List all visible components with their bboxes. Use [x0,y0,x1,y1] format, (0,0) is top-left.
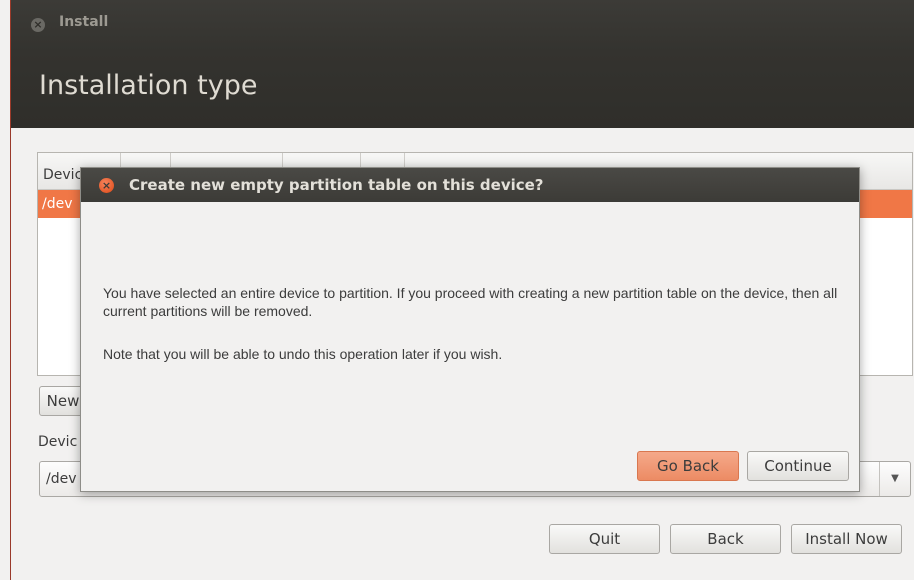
dialog-message: You have selected an entire device to pa… [103,285,838,319]
partition-table-dialog: × Create new empty partition table on th… [80,167,860,492]
back-button[interactable]: Back [670,524,781,554]
dialog-titlebar: × Create new empty partition table on th… [81,168,859,202]
close-icon[interactable]: × [99,178,114,193]
chevron-down-icon[interactable]: ▼ [879,462,910,496]
close-icon[interactable]: × [31,18,45,32]
page-title: Installation type [39,70,258,101]
dialog-note: Note that you will be able to undo this … [103,346,503,362]
continue-button[interactable]: Continue [747,451,849,481]
dialog-title: Create new empty partition table on this… [129,176,544,194]
go-back-button[interactable]: Go Back [637,451,739,481]
boot-loader-device-value: /dev [46,471,77,487]
quit-button[interactable]: Quit [549,524,660,554]
boot-loader-label: Devic [38,434,78,450]
column-header-device[interactable]: Devic [43,167,82,183]
window-titlebar: × Install Installation type [11,0,914,128]
row-device-text: /dev [42,196,73,212]
window-title: Install [59,14,109,30]
install-now-button[interactable]: Install Now [791,524,902,554]
